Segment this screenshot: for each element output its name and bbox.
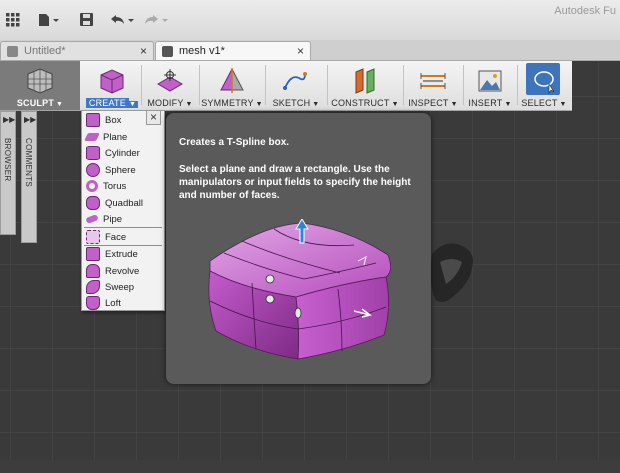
lasso-select-icon	[534, 71, 555, 94]
tooltip-panel: Creates a T-Spline box. Select a plane a…	[166, 113, 431, 384]
box-icon	[100, 69, 124, 94]
tab-untitled[interactable]: Untitled* ×	[0, 41, 154, 60]
tab-mesh-v1[interactable]: mesh v1* ×	[155, 41, 311, 60]
symmetry-label: SYMMETRY	[201, 98, 254, 108]
undo-icon	[111, 15, 134, 24]
face-icon	[86, 230, 100, 244]
sphere-icon	[86, 163, 100, 177]
design-icon	[162, 45, 173, 57]
menu-item-torus[interactable]: Torus	[82, 178, 164, 194]
revolve-icon	[86, 264, 100, 278]
tab-label: mesh v1*	[179, 45, 225, 57]
insert-image-icon	[478, 70, 502, 92]
modify-icon	[157, 69, 183, 92]
create-menu-button[interactable]: CREATE ▼	[82, 61, 142, 110]
tooltip-title: Creates a T-Spline box.	[179, 137, 290, 148]
menu-item-revolve[interactable]: Revolve	[82, 263, 164, 279]
close-menu-button[interactable]: ×	[146, 110, 161, 125]
create-label: CREATE	[85, 98, 129, 108]
close-icon[interactable]: ×	[140, 44, 147, 58]
modify-menu-button[interactable]: MODIFY ▼	[142, 61, 198, 110]
sculpt-workspace-icon	[27, 68, 53, 94]
measure-icon	[420, 73, 446, 89]
sweep-icon	[86, 280, 100, 294]
inspect-label: INSPECT	[408, 98, 449, 108]
menu-item-pipe[interactable]: Pipe	[82, 211, 164, 227]
app-title: Autodesk Fu	[554, 5, 616, 17]
file-icon	[39, 14, 59, 26]
menu-item-sphere[interactable]: Sphere	[82, 162, 164, 178]
title-bar: Autodesk Fu	[0, 0, 620, 41]
ribbon-toolbar: SCULPT ▼ CREATE ▼ MODIFY ▼ SYMMETRY ▼ SKETCH…	[0, 61, 572, 111]
inspect-menu-button[interactable]: INSPECT ▼	[404, 61, 462, 110]
document-tab-strip: Untitled* × mesh v1* ×	[0, 40, 620, 61]
insert-menu-button[interactable]: INSERT ▼	[464, 61, 516, 110]
tspline-box-illustration	[208, 219, 391, 360]
close-icon: ×	[149, 110, 157, 124]
browser-label: BROWSER	[3, 138, 12, 182]
menu-item-sweep[interactable]: Sweep	[82, 279, 164, 295]
construct-label: CONSTRUCT	[331, 98, 390, 108]
browser-panel-collapsed[interactable]: ▶▶ BROWSER	[0, 111, 16, 235]
create-dropdown-menu: Box Plane Cylinder Sphere Torus Quadball…	[81, 110, 165, 311]
workspace-switcher[interactable]: SCULPT ▼	[0, 61, 80, 110]
plane-icon	[84, 133, 100, 141]
status-bar	[0, 460, 620, 473]
sculpt-label: SCULPT	[16, 98, 55, 108]
symmetry-menu-button[interactable]: SYMMETRY ▼	[200, 61, 264, 110]
insert-label: INSERT	[468, 98, 503, 108]
tooltip-description: Select a plane and draw a rectangle. Use…	[179, 164, 411, 201]
menu-item-face[interactable]: Face	[82, 229, 164, 245]
construct-menu-button[interactable]: CONSTRUCT ▼	[328, 61, 402, 110]
menu-item-quadball[interactable]: Quadball	[82, 195, 164, 211]
menu-item-extrude[interactable]: Extrude	[82, 246, 164, 262]
design-icon	[7, 45, 18, 57]
comments-panel-collapsed[interactable]: ▶▶ COMMENTS	[21, 111, 37, 243]
sketch-label: SKETCH	[272, 98, 311, 108]
pipe-icon	[85, 214, 99, 224]
expand-icon[interactable]: ▶▶	[24, 115, 36, 124]
menu-item-cylinder[interactable]: Cylinder	[82, 145, 164, 161]
redo-button[interactable]	[144, 10, 170, 30]
select-menu-button[interactable]: SELECT ▼	[518, 61, 570, 110]
file-menu-button[interactable]	[38, 10, 60, 30]
symmetry-icon	[220, 68, 244, 93]
loft-icon	[86, 296, 100, 310]
close-icon[interactable]: ×	[297, 44, 304, 58]
save-button[interactable]	[80, 10, 94, 30]
app-grid-icon[interactable]	[6, 10, 20, 30]
tab-label: Untitled*	[24, 45, 66, 57]
comments-label: COMMENTS	[24, 138, 33, 188]
sketch-icon	[283, 72, 307, 90]
quadball-icon	[86, 196, 100, 210]
modify-label: MODIFY	[147, 98, 184, 108]
sketch-menu-button[interactable]: SKETCH ▼	[266, 61, 326, 110]
save-icon	[80, 13, 93, 26]
extrude-icon	[86, 247, 100, 261]
box-icon	[86, 113, 100, 127]
expand-icon[interactable]: ▶▶	[3, 115, 15, 124]
construct-plane-icon	[355, 68, 375, 94]
undo-button[interactable]	[110, 10, 136, 30]
select-label: SELECT	[521, 98, 558, 108]
menu-item-plane[interactable]: Plane	[82, 129, 164, 145]
torus-icon	[86, 180, 98, 192]
cylinder-icon	[86, 146, 100, 160]
redo-icon	[145, 15, 168, 24]
menu-item-loft[interactable]: Loft	[82, 295, 164, 311]
